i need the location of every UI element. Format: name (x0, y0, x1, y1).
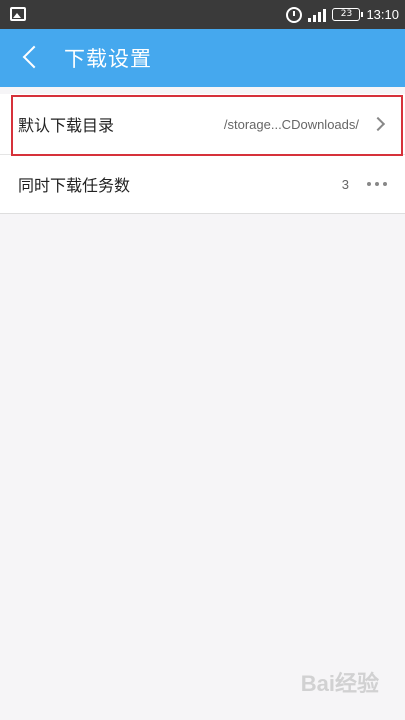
setting-row-concurrent-tasks[interactable]: 同时下载任务数 3 (0, 155, 405, 213)
battery-icon: 23 (332, 8, 364, 21)
divider (0, 213, 405, 214)
page-title: 下载设置 (64, 47, 152, 71)
settings-list: 默认下载目录 /storage...CDownloads/ 同时下载任务数 3 (0, 94, 405, 214)
more-options-icon[interactable] (367, 182, 387, 186)
concurrent-tasks-value: 3 (341, 176, 349, 192)
concurrent-tasks-label: 同时下载任务数 (18, 176, 131, 195)
alarm-icon (286, 6, 303, 23)
download-dir-label: 默认下载目录 (18, 116, 115, 135)
chevron-right-icon (370, 116, 386, 132)
download-dir-value: /storage...CDownloads/ (223, 116, 359, 132)
watermark: Bai经验 (300, 671, 379, 696)
status-icons: 23 13:10 (286, 0, 399, 29)
back-arrow-icon[interactable] (12, 29, 60, 87)
signal-icon (308, 8, 327, 22)
setting-row-download-dir[interactable]: 默认下载目录 /storage...CDownloads/ (0, 94, 405, 154)
gallery-icon (10, 7, 26, 21)
app-bar: 下载设置 (0, 29, 405, 87)
status-time: 13:10 (366, 7, 399, 22)
status-bar: 23 13:10 (0, 0, 405, 29)
